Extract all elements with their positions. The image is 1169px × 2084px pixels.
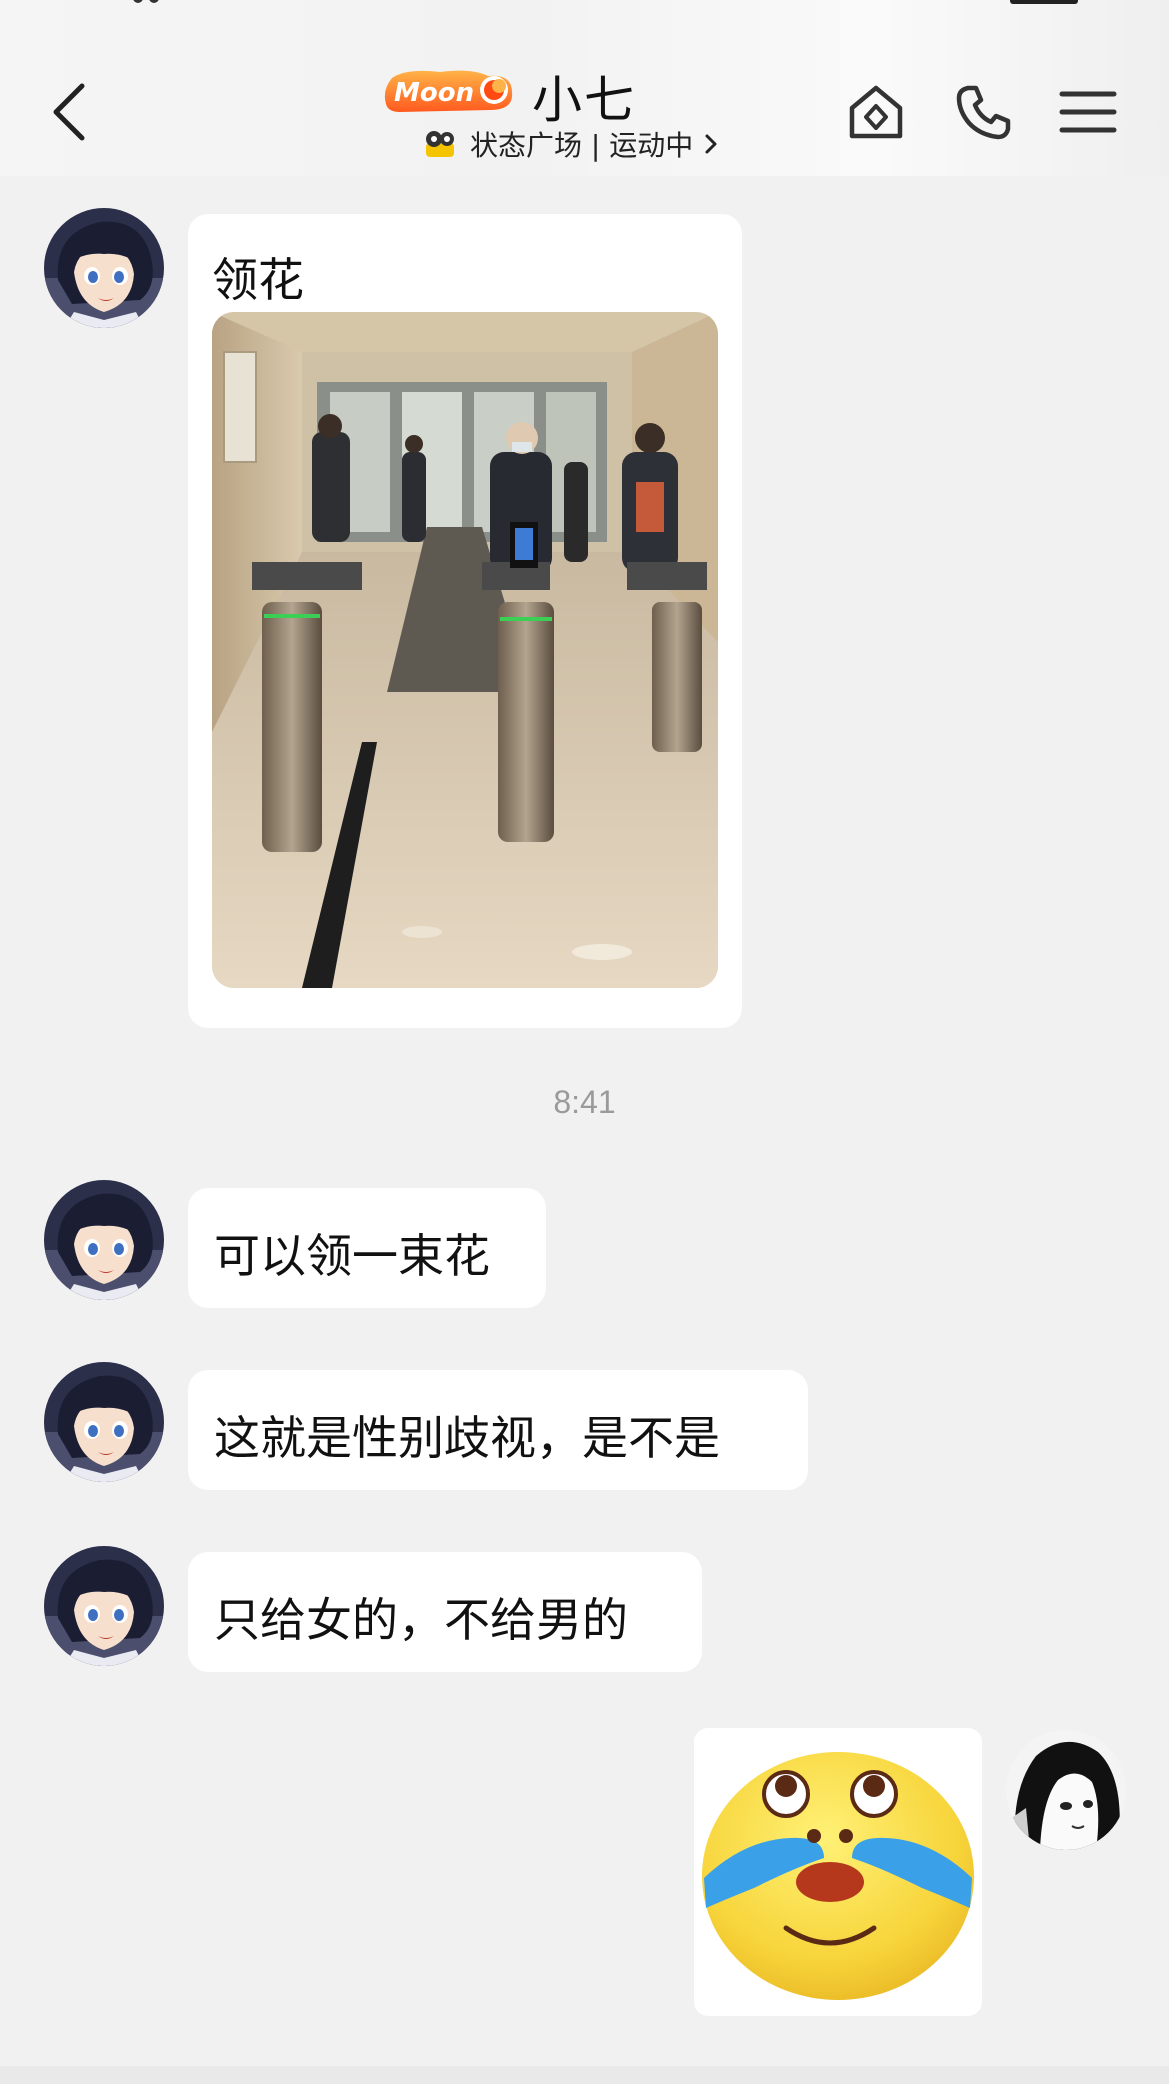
photo-office-turnstiles bbox=[212, 312, 718, 988]
contact-avatar[interactable] bbox=[44, 1180, 164, 1300]
message-bubble[interactable]: 只给女的，不给男的 bbox=[188, 1552, 702, 1672]
moon-badge-icon: Moon bbox=[384, 70, 513, 112]
contact-name: 小七 bbox=[532, 71, 636, 129]
hamburger-menu-icon bbox=[1059, 91, 1117, 133]
status-subtitle: 状态广场 | 运动中 bbox=[470, 129, 694, 162]
contact-avatar[interactable] bbox=[44, 208, 164, 328]
message-bubble[interactable]: 可以领一束花 bbox=[188, 1188, 546, 1308]
contact-avatar[interactable] bbox=[44, 1546, 164, 1666]
status-plaza-link[interactable]: 状态广场 | 运动中 bbox=[424, 124, 719, 164]
my-avatar[interactable] bbox=[1006, 1730, 1126, 1850]
message-text: 领花 bbox=[212, 253, 304, 307]
crying-laughing-face-sticker bbox=[702, 1752, 974, 2000]
message-sticker[interactable] bbox=[694, 1728, 982, 2016]
chat-header: Moon 小七 状态广场 | 运动中 bbox=[0, 0, 1169, 176]
status-bar-battery bbox=[1010, 0, 1078, 4]
chat-title-area[interactable]: Moon 小七 状态广场 | 运动中 bbox=[380, 58, 800, 170]
message-timestamp: 8:41 bbox=[553, 1084, 616, 1120]
chevron-left-icon bbox=[53, 83, 85, 141]
back-button[interactable] bbox=[46, 78, 98, 146]
input-bar-edge bbox=[0, 2066, 1169, 2084]
message-photo[interactable] bbox=[212, 312, 718, 988]
chat-screen: Moon 小七 状态广场 | 运动中 领花 8:41 可以领一束花 这就是性别歧… bbox=[0, 0, 1169, 2084]
chevron-right-icon bbox=[705, 134, 717, 154]
message-text: 可以领一束花 bbox=[214, 1229, 490, 1283]
home-diamond-icon bbox=[849, 85, 903, 139]
menu-button[interactable] bbox=[1058, 82, 1118, 142]
message-bubble[interactable]: 这就是性别歧视，是不是 bbox=[188, 1370, 808, 1490]
call-button[interactable] bbox=[954, 82, 1014, 142]
message-text: 只给女的，不给男的 bbox=[214, 1593, 628, 1647]
message-text: 这就是性别歧视，是不是 bbox=[214, 1411, 720, 1465]
status-bar-signal-icon bbox=[133, 0, 159, 3]
anime-boy-avatar bbox=[44, 1180, 164, 1300]
phone-icon bbox=[956, 85, 1011, 140]
home-button[interactable] bbox=[846, 82, 906, 142]
manga-girl-avatar bbox=[1006, 1730, 1126, 1850]
anime-boy-avatar bbox=[44, 208, 164, 328]
contact-avatar[interactable] bbox=[44, 1362, 164, 1482]
anime-boy-avatar bbox=[44, 1362, 164, 1482]
anime-boy-avatar bbox=[44, 1546, 164, 1666]
moon-badge-text: Moon bbox=[394, 78, 474, 108]
status-plaza-icon bbox=[426, 131, 454, 157]
